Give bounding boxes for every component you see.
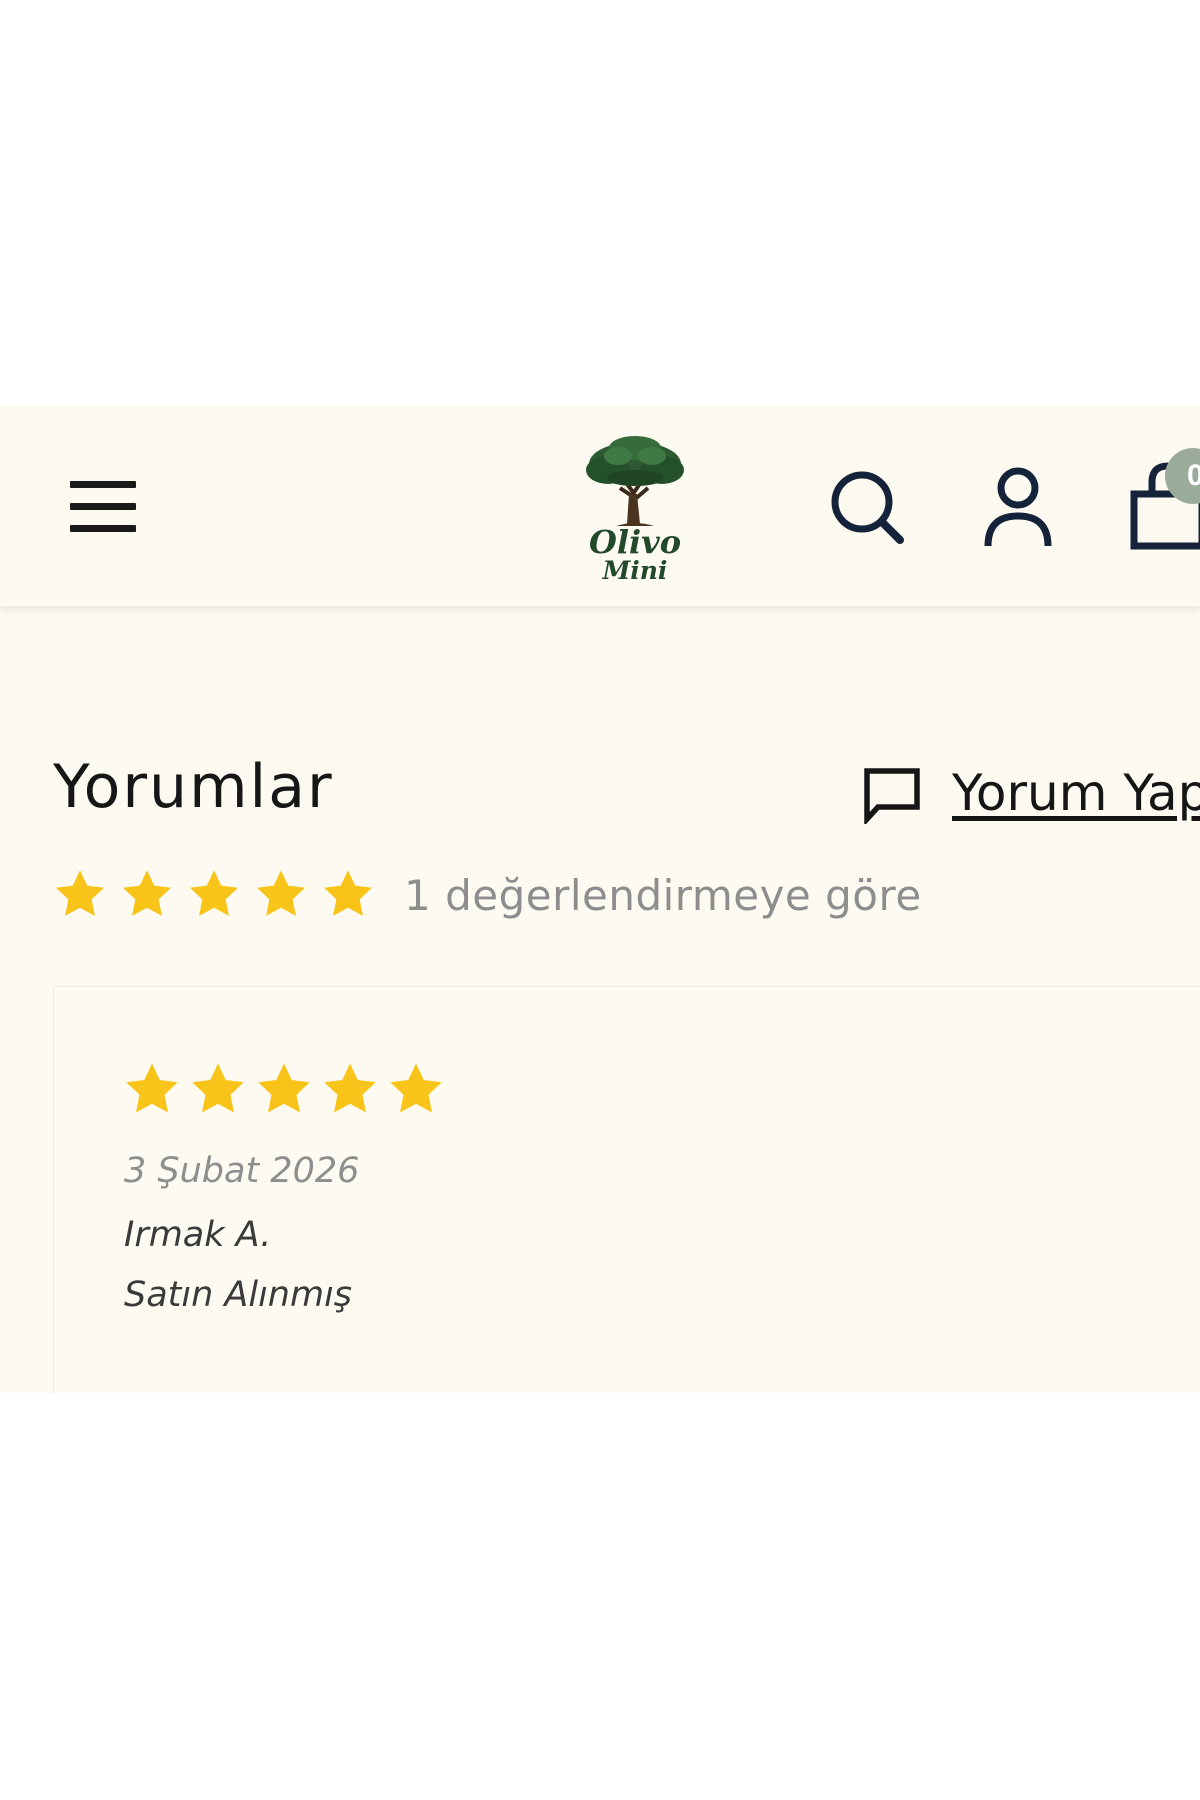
summary-rating-stars	[52, 866, 376, 922]
star-icon	[55, 870, 105, 916]
user-icon	[984, 467, 1052, 547]
star-icon	[390, 1063, 442, 1113]
site-header: Olivo Mini 0	[0, 406, 1200, 606]
olive-tree-icon	[586, 436, 684, 526]
review-card: 3 Şubat 2026 Irmak A. Satın Alınmış	[53, 986, 1200, 1393]
star-icon	[126, 1063, 178, 1113]
review-count-text: 1 değerlendirmeye göre	[404, 871, 922, 920]
menu-bar	[70, 481, 136, 488]
app-screen: Olivo Mini 0 Yorumlar Yorum Yap 1 değerl…	[0, 406, 1200, 1393]
reviews-title: Yorumlar	[53, 752, 334, 822]
star-icon	[189, 870, 239, 916]
search-icon	[831, 471, 904, 544]
chat-bubble-icon	[864, 768, 920, 824]
logo-text-line1: Olivo	[588, 523, 682, 561]
review-rating-stars	[122, 1059, 446, 1119]
review-date: 3 Şubat 2026	[124, 1151, 360, 1191]
menu-bar	[70, 525, 136, 532]
star-icon	[256, 870, 306, 916]
star-icon	[324, 1063, 376, 1113]
menu-button[interactable]	[66, 478, 140, 536]
star-icon	[122, 870, 172, 916]
verified-purchase-label: Satın Alınmış	[124, 1275, 353, 1315]
search-button[interactable]	[828, 468, 908, 548]
account-button[interactable]	[980, 466, 1056, 550]
logo-text-line2: Mini	[602, 556, 668, 585]
menu-bar	[70, 503, 136, 510]
star-icon	[323, 870, 373, 916]
olivo-mini-logo[interactable]: Olivo Mini	[578, 434, 692, 586]
review-author: Irmak A.	[124, 1215, 272, 1255]
star-icon	[192, 1063, 244, 1113]
star-icon	[258, 1063, 310, 1113]
write-review-label: Yorum Yap	[952, 764, 1200, 822]
